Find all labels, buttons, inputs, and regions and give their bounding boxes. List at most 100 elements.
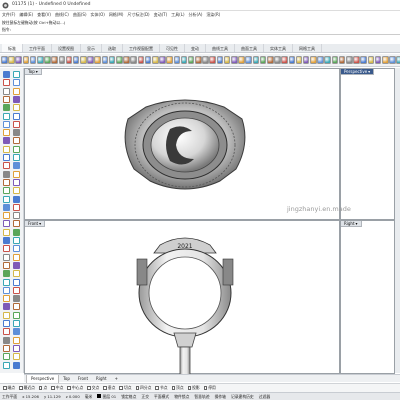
left-toolbar-command-icon[interactable]	[13, 87, 20, 95]
viewport-perspective[interactable]: Perspective▾	[340, 68, 395, 220]
vptab-perspective[interactable]: Perspective	[26, 374, 60, 383]
tab-select[interactable]: 选取	[102, 44, 123, 52]
left-toolbar-command-icon[interactable]	[13, 353, 20, 361]
toolbar-command-icon[interactable]	[151, 56, 159, 64]
left-toolbar-command-icon[interactable]	[13, 120, 20, 128]
toolbar-command-icon[interactable]	[116, 56, 123, 64]
toolbar-command-icon[interactable]	[137, 56, 145, 64]
left-toolbar-command-icon[interactable]	[13, 320, 20, 327]
left-toolbar-command-icon[interactable]	[13, 154, 20, 161]
toolbar-command-icon[interactable]	[259, 56, 267, 64]
left-toolbar-command-icon[interactable]	[3, 320, 10, 327]
left-toolbar-command-icon[interactable]	[3, 170, 10, 178]
status-layer[interactable]: 图层 01	[97, 393, 116, 400]
toolbar-command-icon[interactable]	[374, 56, 382, 64]
toolbar-command-icon[interactable]	[216, 56, 224, 64]
left-toolbar-command-icon[interactable]	[13, 303, 20, 311]
menu-view[interactable]: 查看(V)	[37, 12, 51, 18]
menu-tools[interactable]: 工具(L)	[171, 12, 184, 18]
left-toolbar-command-icon[interactable]	[3, 253, 10, 261]
toolbar-command-icon[interactable]	[36, 56, 44, 64]
menu-surface[interactable]: 曲面(S)	[73, 12, 87, 18]
menu-curve[interactable]: 曲线(C)	[55, 12, 69, 18]
toolbar-command-icon[interactable]	[252, 56, 260, 64]
left-toolbar-command-icon[interactable]	[13, 237, 20, 244]
menu-dimension[interactable]: 尺寸标注(D)	[127, 12, 149, 18]
left-toolbar-command-icon[interactable]	[13, 112, 20, 120]
left-toolbar-command-icon[interactable]	[3, 336, 10, 344]
left-toolbar-command-icon[interactable]	[3, 95, 10, 103]
left-toolbar-command-icon[interactable]	[13, 336, 20, 344]
toolbar-command-icon[interactable]	[58, 56, 66, 64]
toolbar-command-icon[interactable]	[29, 56, 37, 64]
vptab-right[interactable]: Right	[92, 375, 111, 383]
toolbar-command-icon[interactable]	[302, 56, 310, 64]
left-toolbar-command-icon[interactable]	[3, 261, 10, 269]
toolbar-command-icon[interactable]	[123, 56, 130, 64]
status-gumball[interactable]: 操作轴	[215, 394, 226, 400]
status-history[interactable]: 记录建构历史	[231, 394, 254, 400]
toolbar-command-icon[interactable]	[317, 56, 324, 64]
status-ortho[interactable]: 正交	[141, 394, 149, 400]
left-toolbar-command-icon[interactable]	[3, 79, 10, 87]
osnap-knot[interactable]: 节点	[155, 385, 168, 391]
toolbar-command-icon[interactable]	[324, 56, 332, 64]
left-toolbar-command-icon[interactable]	[13, 170, 20, 178]
osnap-center[interactable]: 中心点	[67, 385, 83, 391]
osnap-intersection[interactable]: 交点	[87, 385, 99, 391]
left-toolbar-command-icon[interactable]	[13, 162, 20, 170]
toolbar-command-icon[interactable]	[1, 56, 8, 64]
left-toolbar-command-icon[interactable]	[13, 328, 20, 336]
toolbar-command-icon[interactable]	[51, 56, 58, 64]
toolbar-command-icon[interactable]	[331, 56, 339, 64]
osnap-perpendicular[interactable]: 垂点	[103, 385, 115, 391]
viewport-front[interactable]: Front▾ 2021 jingzhanyi.en.made	[24, 205, 351, 375]
tab-set-view[interactable]: 设置视图	[52, 44, 81, 52]
toolbar-command-icon[interactable]	[87, 56, 94, 64]
left-toolbar-command-icon[interactable]	[13, 145, 20, 153]
toolbar-command-icon[interactable]	[72, 56, 80, 64]
toolbar-command-icon[interactable]	[223, 56, 231, 64]
toolbar-command-icon[interactable]	[209, 56, 217, 64]
left-toolbar-command-icon[interactable]	[3, 286, 10, 294]
toolbar-command-icon[interactable]	[94, 56, 102, 64]
toolbar-command-icon[interactable]	[130, 56, 137, 64]
toolbar-command-icon[interactable]	[338, 56, 346, 64]
viewport-label-top[interactable]: Top▾	[25, 69, 42, 75]
left-toolbar-command-icon[interactable]	[13, 79, 20, 87]
left-toolbar-command-icon[interactable]	[3, 328, 10, 336]
toolbar-command-icon[interactable]	[15, 56, 22, 64]
left-toolbar-command-icon[interactable]	[3, 203, 10, 211]
osnap-end[interactable]: 端点	[3, 385, 15, 391]
left-toolbar-command-icon[interactable]	[13, 71, 20, 78]
left-toolbar-command-icon[interactable]	[3, 145, 10, 153]
toolbar-command-icon[interactable]	[159, 56, 166, 64]
toolbar-command-icon[interactable]	[274, 56, 281, 64]
left-toolbar-command-icon[interactable]	[13, 245, 20, 253]
toolbar-command-icon[interactable]	[187, 56, 195, 64]
tab-surface-tools[interactable]: 曲面工具	[235, 44, 264, 52]
add-viewport-tab-button[interactable]: +	[111, 375, 122, 383]
left-toolbar-command-icon[interactable]	[13, 195, 20, 203]
left-toolbar-command-icon[interactable]	[3, 311, 10, 319]
left-toolbar-command-icon[interactable]	[3, 245, 10, 253]
viewport-label-perspective[interactable]: Perspective▾	[341, 69, 375, 75]
osnap-project[interactable]: 投影	[187, 385, 200, 391]
toolbar-command-icon[interactable]	[231, 56, 238, 64]
toolbar-command-icon[interactable]	[195, 56, 202, 64]
command-prompt[interactable]: 指令:	[2, 27, 11, 33]
osnap-near[interactable]: 最近点	[19, 385, 35, 391]
viewport-right[interactable]: Right▾	[340, 220, 395, 374]
left-toolbar-command-icon[interactable]	[13, 270, 20, 278]
left-toolbar-command-icon[interactable]	[3, 237, 10, 244]
left-toolbar-command-icon[interactable]	[13, 137, 20, 145]
toolbar-command-icon[interactable]	[266, 56, 274, 64]
vptab-front[interactable]: Front	[74, 375, 92, 383]
left-toolbar-command-icon[interactable]	[13, 278, 20, 286]
left-toolbar-command-icon[interactable]	[13, 261, 20, 269]
status-filter[interactable]: 过滤器	[259, 394, 270, 400]
menu-transform[interactable]: 变动(T)	[154, 12, 168, 18]
tab-curve-tools[interactable]: 曲线工具	[206, 44, 235, 52]
left-toolbar-command-icon[interactable]	[13, 286, 20, 294]
left-toolbar-command-icon[interactable]	[3, 295, 10, 303]
